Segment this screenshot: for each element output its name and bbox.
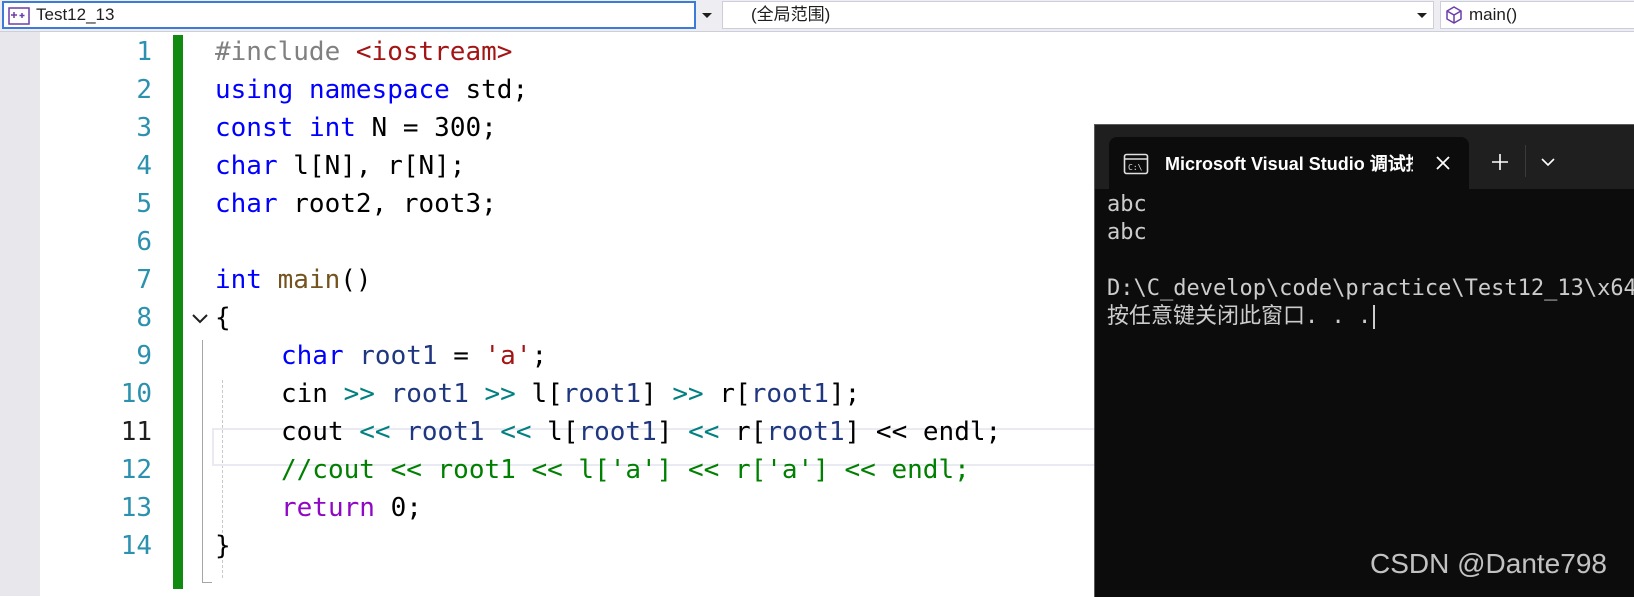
scope-dropdown[interactable]: (全局范围) [722,1,1434,29]
code-line-current: cout << root1 << l[root1] << r[root1] <<… [281,417,1002,447]
console-output[interactable]: abc abc D:\C_develop\code\practice\Test1… [1107,191,1634,331]
titlebar-separator [1525,145,1526,177]
code-line: char root1 = 'a'; [281,341,548,371]
code-line: { [215,303,231,333]
indicator-margin[interactable] [0,32,40,596]
project-dropdown-button[interactable] [697,1,717,29]
chevron-down-icon [702,13,712,18]
line-number: 1 [136,37,152,67]
member-label: main() [1469,5,1518,24]
project-icon [8,7,30,25]
console-output-line: abc [1107,220,1147,245]
code-line: char root2, root3; [215,189,497,219]
code-line: int main() [215,265,372,295]
function-cube-icon [1446,6,1462,24]
plus-icon[interactable] [1489,151,1511,173]
collapse-chevron-icon[interactable] [190,308,210,328]
line-number: 8 [136,303,152,333]
console-prompt-line: 按任意键关闭此窗口. . . [1107,303,1634,331]
project-name: Test12_13 [36,5,115,24]
line-number: 6 [136,227,152,257]
line-number: 13 [120,493,152,523]
code-line-comment: //cout << root1 << l['a'] << r['a'] << e… [281,455,970,485]
watermark: CSDN @Dante798 [1370,548,1607,579]
console-output-line: abc [1107,192,1147,217]
line-number-current: 11 [120,417,152,447]
text-cursor [1373,305,1376,329]
line-number: 7 [136,265,152,295]
line-number: 5 [136,189,152,219]
line-number: 9 [136,341,152,371]
outline-end [202,582,212,583]
console-tab-title: Microsoft Visual Studio 调试控制台 [1165,154,1413,174]
console-prompt-text: 按任意键关闭此窗口. . . [1107,304,1372,329]
close-icon[interactable] [1431,151,1455,175]
chevron-down-icon[interactable] [1539,155,1557,169]
member-dropdown[interactable]: main() [1440,1,1634,29]
svg-text:C:\: C:\ [1128,163,1143,172]
change-tracking-bar [173,35,183,589]
code-line: char l[N], r[N]; [215,151,466,181]
console-titlebar[interactable]: C:\ Microsoft Visual Studio 调试控制台 [1095,125,1634,189]
line-number: 3 [136,113,152,143]
project-dropdown[interactable]: Test12_13 [2,1,696,29]
code-line: using namespace std; [215,75,529,105]
line-number: 14 [120,531,152,561]
code-line: return 0; [281,493,422,523]
code-line: cin >> root1 >> l[root1] >> r[root1]; [281,379,861,409]
debug-console-window[interactable]: C:\ Microsoft Visual Studio 调试控制台 abc ab… [1094,124,1634,597]
console-output-line: D:\C_develop\code\practice\Test12_13\x64… [1107,276,1634,301]
chevron-down-icon [1417,13,1427,18]
terminal-icon: C:\ [1123,153,1149,175]
code-line: } [215,531,231,561]
line-number: 10 [120,379,152,409]
code-line: #include <iostream> [215,37,513,67]
navigation-bar: Test12_13 (全局范围) main() [0,0,1634,32]
scope-label: (全局范围) [751,5,831,24]
line-number: 4 [136,151,152,181]
code-line: const int N = 300; [215,113,497,143]
line-number: 2 [136,75,152,105]
console-tab[interactable]: C:\ Microsoft Visual Studio 调试控制台 [1109,137,1469,189]
outline-line [202,340,203,582]
line-number: 12 [120,455,152,485]
